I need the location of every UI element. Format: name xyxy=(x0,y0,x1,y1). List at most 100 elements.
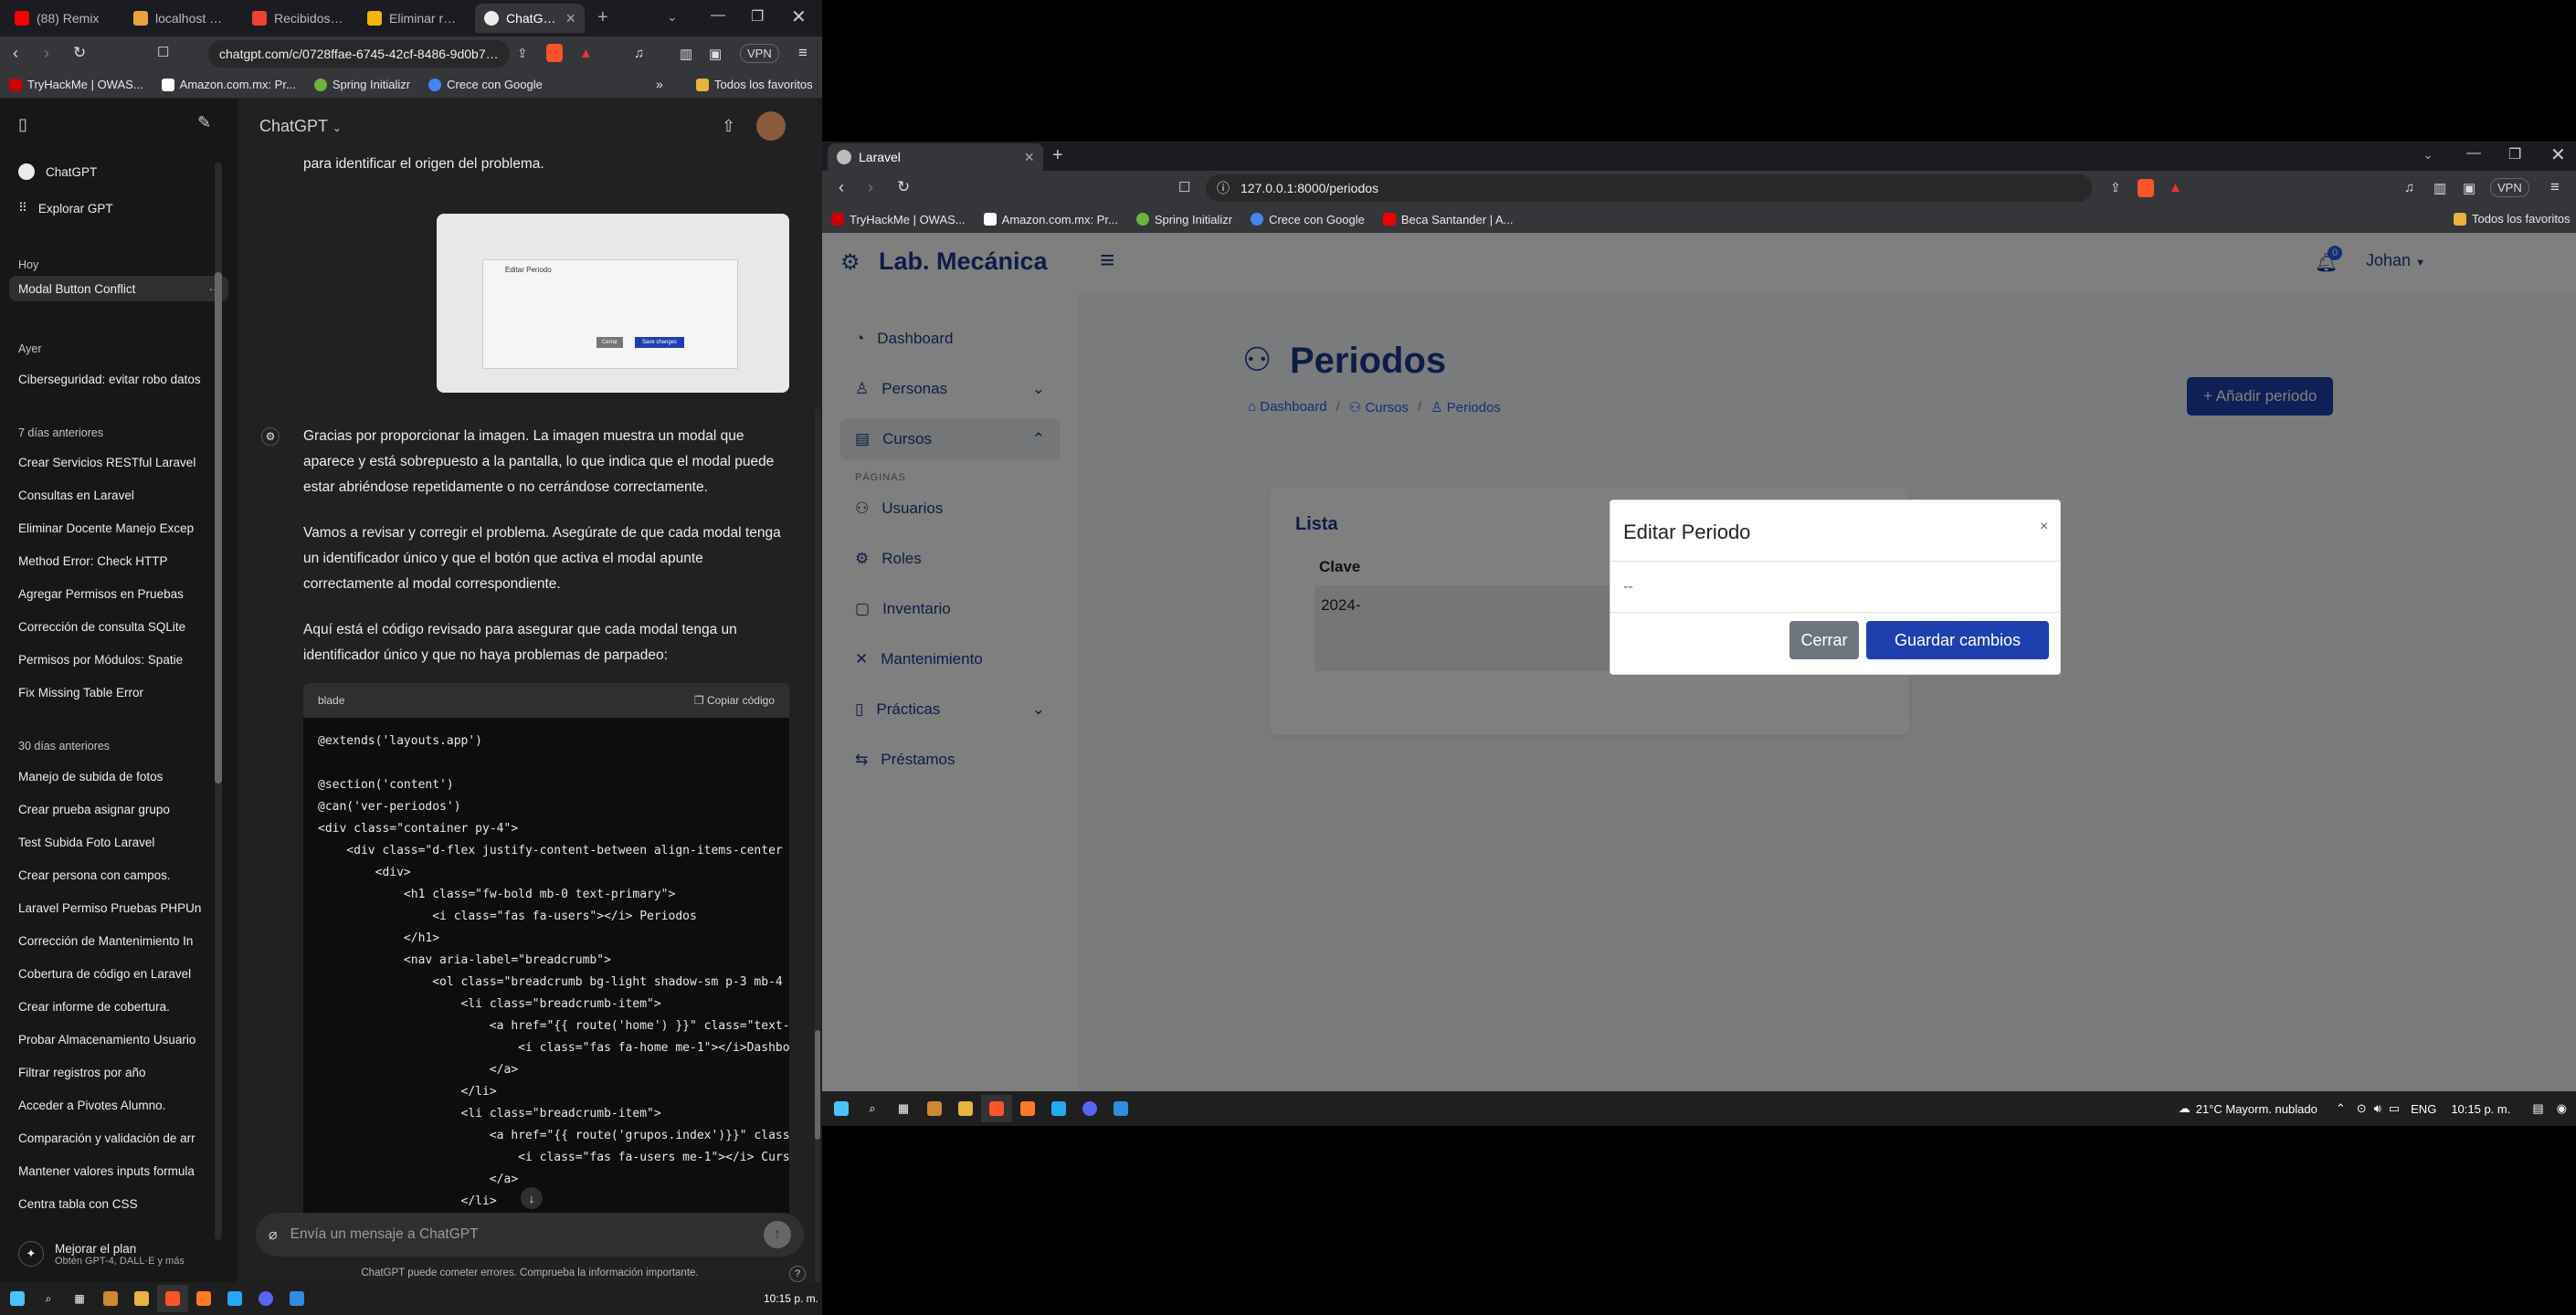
sidebar-toggle-icon[interactable]: ▥ xyxy=(2433,180,2446,196)
bookmark-spring[interactable]: Spring Initializr xyxy=(305,78,419,91)
chat-item[interactable]: Crear Servicios RESTful Laravel xyxy=(18,449,219,475)
close-tab-icon[interactable]: × xyxy=(1024,148,1034,167)
brave-rewards-icon[interactable]: ▲ xyxy=(2169,180,2182,195)
widget-icon[interactable]: ◉ xyxy=(2557,1101,2567,1116)
all-favorites[interactable]: Todos los favoritos xyxy=(687,78,822,91)
task-view-icon[interactable]: ▦ xyxy=(64,1285,95,1312)
chat-item[interactable]: Agregar Permisos en Pruebas xyxy=(18,581,219,606)
sidebar-toggle-icon[interactable]: ▯ xyxy=(18,115,27,134)
modal-close-button[interactable]: Cerrar xyxy=(1789,621,1859,659)
wallet-icon[interactable]: ▣ xyxy=(709,46,722,62)
close-window-icon[interactable]: ✕ xyxy=(2550,143,2566,166)
close-window-icon[interactable]: ✕ xyxy=(791,5,807,28)
chat-item[interactable]: Consultas en Laravel xyxy=(18,482,219,508)
share-icon[interactable]: ⇧ xyxy=(722,117,735,136)
bookmark-santander[interactable]: Beca Santander | A... xyxy=(1374,213,1523,226)
new-tab-icon[interactable]: + xyxy=(597,7,608,28)
xampp-icon[interactable] xyxy=(188,1285,219,1312)
brave-rewards-icon[interactable]: ▲ xyxy=(579,46,593,61)
chat-item[interactable]: Eliminar Docente Manejo Excep xyxy=(18,515,219,541)
new-tab-icon[interactable]: + xyxy=(1052,145,1063,166)
vpn-button[interactable]: VPN xyxy=(2490,178,2529,197)
help-button[interactable]: ? xyxy=(789,1266,806,1282)
language-indicator[interactable]: ENG xyxy=(2411,1102,2436,1116)
copy-code-button[interactable]: ❐ Copiar código xyxy=(694,694,775,707)
file-explorer-icon[interactable] xyxy=(950,1095,981,1122)
tab-localhost[interactable]: localhost / 127. xyxy=(124,4,234,33)
restore-icon[interactable]: ❐ xyxy=(751,7,764,26)
xampp-icon[interactable] xyxy=(1012,1095,1043,1122)
chat-item[interactable]: Mantener valores inputs formula xyxy=(18,1158,219,1184)
share-icon[interactable]: ⇪ xyxy=(517,46,528,61)
attach-icon[interactable]: ⌀ xyxy=(269,1226,278,1244)
chat-item[interactable]: Permisos por Módulos: Spatie xyxy=(18,647,219,672)
bookmark-tryhackme[interactable]: TryHackMe | OWAS... xyxy=(0,78,153,91)
upgrade-plan[interactable]: ✦ Mejorar el plan Obtén GPT-4, DALL·E y m… xyxy=(9,1231,228,1277)
chat-item[interactable]: Crear informe de cobertura. xyxy=(18,994,219,1019)
modal-backdrop[interactable] xyxy=(822,233,2576,1125)
scrollbar-thumb[interactable] xyxy=(215,272,222,784)
avatar[interactable] xyxy=(756,111,786,141)
more-bookmarks-icon[interactable]: » xyxy=(656,77,663,91)
chat-item[interactable]: Comparación y validación de arr xyxy=(18,1125,219,1151)
windows-start-icon[interactable] xyxy=(2,1285,33,1312)
chat-item[interactable]: Fix Missing Table Error xyxy=(18,679,219,705)
scrollbar-thumb[interactable] xyxy=(815,1030,820,1140)
all-favorites[interactable]: Todos los favoritos xyxy=(2444,212,2576,226)
sidebar-item-chatgpt[interactable]: ChatGPT xyxy=(18,159,219,184)
file-explorer-icon[interactable] xyxy=(126,1285,157,1312)
model-selector[interactable]: ChatGPT ⌄ xyxy=(259,117,342,136)
forward-icon[interactable]: › xyxy=(44,44,49,63)
close-tab-icon[interactable]: × xyxy=(565,9,575,28)
brave-taskbar-icon[interactable] xyxy=(157,1285,188,1312)
bookmark-icon[interactable]: ☐ xyxy=(1178,179,1190,195)
windows-start-icon[interactable] xyxy=(826,1095,857,1122)
chat-item[interactable]: Crear prueba asignar grupo xyxy=(18,796,219,822)
volume-icon[interactable]: 🔊︎ xyxy=(2374,1101,2381,1116)
chat-item[interactable]: Laravel Permiso Pruebas PHPUn xyxy=(18,895,219,920)
reload-icon[interactable]: ↻ xyxy=(897,178,910,196)
vpn-button[interactable]: VPN xyxy=(740,44,779,63)
chat-item-active[interactable]: Modal Button Conflict··· xyxy=(9,276,228,301)
address-bar[interactable]: chatgpt.com/c/0728ffae-6745-42cf-8486-9d… xyxy=(208,40,510,68)
tab-laravel[interactable]: Laravel × xyxy=(828,143,1043,171)
chat-item[interactable]: Cobertura de código en Laravel xyxy=(18,961,219,986)
bookmark-icon[interactable]: ☐ xyxy=(157,44,169,60)
share-icon[interactable]: ⇪ xyxy=(2110,180,2121,195)
menu-icon[interactable]: ≡ xyxy=(2550,178,2560,196)
chat-item[interactable]: Corrección de Mantenimiento In xyxy=(18,928,219,953)
tab-eliminar[interactable]: Eliminar regist xyxy=(358,4,468,33)
weather-widget[interactable]: ☁ 21°C Mayorm. nublado xyxy=(2179,1101,2317,1116)
chat-item[interactable]: Centra tabla con CSS xyxy=(18,1191,219,1216)
search-icon[interactable]: ⌕ xyxy=(857,1095,888,1122)
scroll-down-icon[interactable]: ↓ xyxy=(521,1187,543,1209)
tab-chatgpt[interactable]: ChatGPT × xyxy=(475,4,585,33)
tab-youtube[interactable]: (88) Remix xyxy=(5,4,111,33)
battery-icon[interactable]: ▭ xyxy=(2389,1101,2400,1116)
menu-icon[interactable]: ≡ xyxy=(798,44,808,62)
uploaded-image[interactable]: Editar Periodo Cerrar Save changes xyxy=(437,214,789,393)
reload-icon[interactable]: ↻ xyxy=(73,44,86,62)
chat-item[interactable]: Acceder a Pivotes Alumno. xyxy=(18,1092,219,1118)
bookmark-amazon[interactable]: Amazon.com.mx: Pr... xyxy=(153,78,305,91)
sidebar-scrollbar[interactable] xyxy=(215,163,222,1240)
chat-item[interactable]: Manejo de subida de fotos xyxy=(18,763,219,789)
send-icon[interactable]: ↑ xyxy=(764,1221,791,1248)
bookmark-amazon[interactable]: Amazon.com.mx: Pr... xyxy=(975,213,1127,226)
app-icon[interactable] xyxy=(95,1285,126,1312)
modal-close-icon[interactable]: × xyxy=(2040,519,2048,535)
photos-icon[interactable] xyxy=(281,1285,312,1312)
task-view-icon[interactable]: ▦ xyxy=(888,1095,919,1122)
site-info-icon[interactable]: ⓘ xyxy=(1217,179,1230,197)
address-bar[interactable]: ⓘ 127.0.0.1:8000/periodos xyxy=(1206,174,2092,202)
clock[interactable]: 10:15 p. m. xyxy=(2451,1102,2510,1116)
chat-item[interactable]: Test Subida Foto Laravel xyxy=(18,829,219,855)
media-icon[interactable]: ♫ xyxy=(2404,180,2414,195)
chat-item[interactable]: Ciberseguridad: evitar robo datos xyxy=(18,366,219,392)
sidebar-item-explore[interactable]: ⠿ Explorar GPT xyxy=(18,195,219,221)
tab-list-icon[interactable]: ⌄ xyxy=(667,9,678,25)
network-icon[interactable]: ⊙ xyxy=(2357,1101,2367,1116)
main-scrollbar[interactable] xyxy=(815,409,820,1286)
chat-item[interactable]: Filtrar registros por año xyxy=(18,1059,219,1085)
bookmark-spring[interactable]: Spring Initializr xyxy=(1127,213,1241,226)
